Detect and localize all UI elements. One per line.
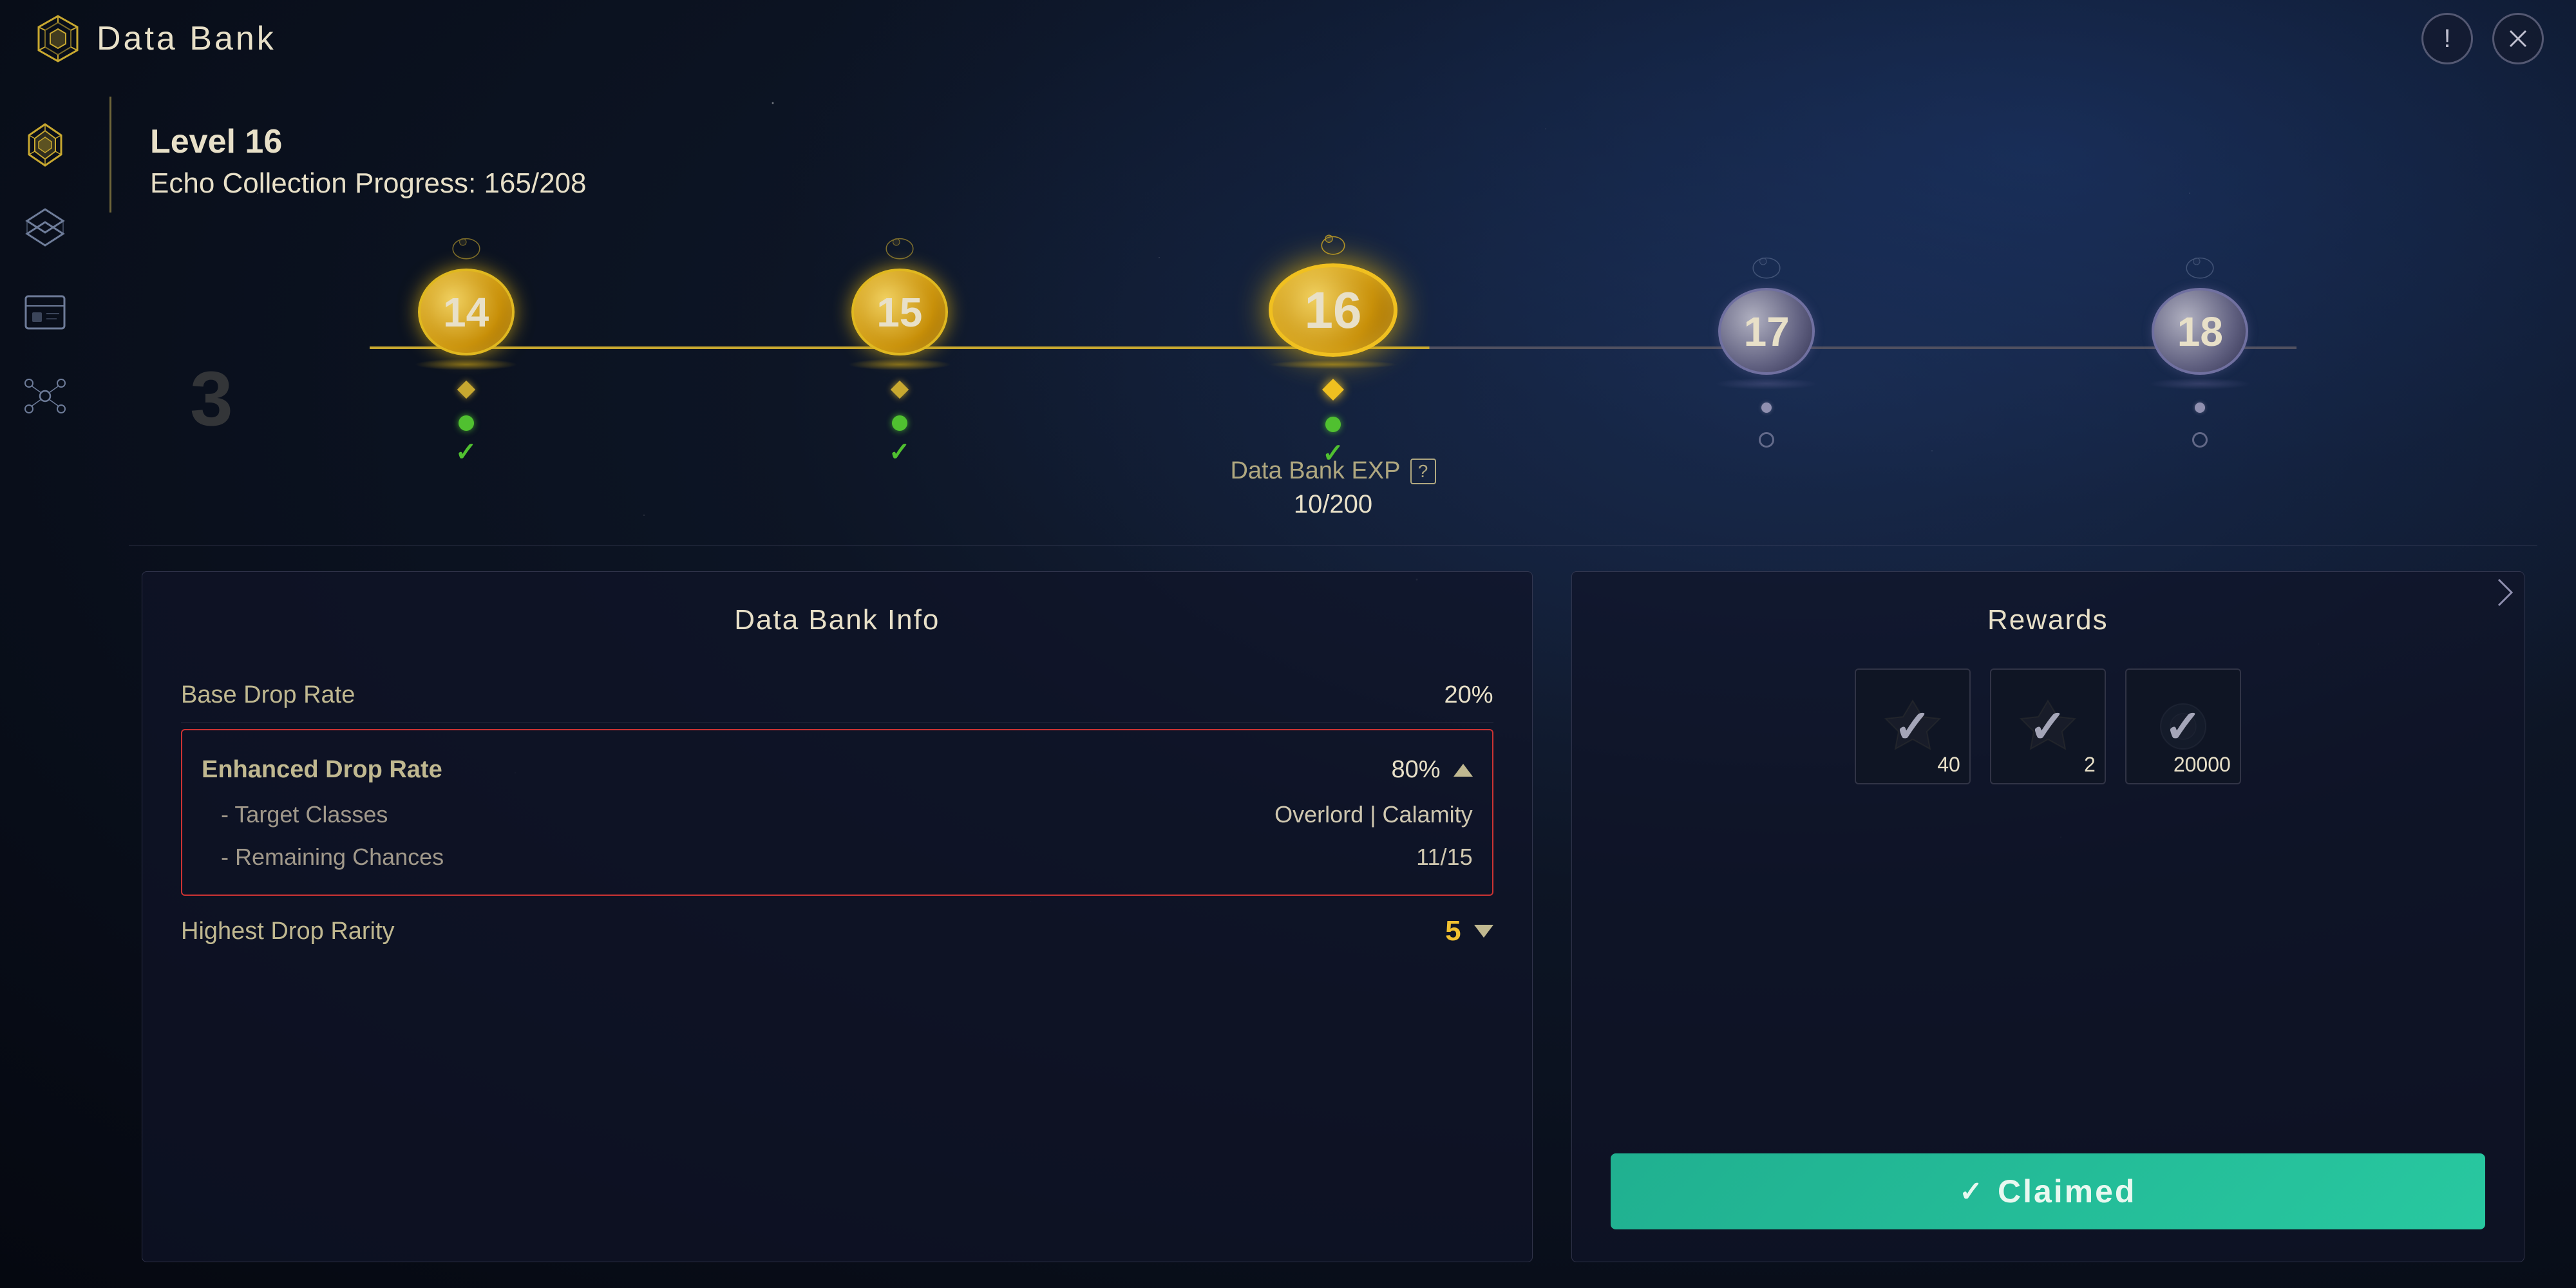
chevron-up-icon[interactable] <box>1454 764 1473 777</box>
milestone-orb-17: 17 <box>1709 248 1824 390</box>
remaining-chances-label: - Remaining Chances <box>221 844 444 871</box>
sidebar-item-crystal[interactable] <box>16 116 74 174</box>
milestone-orb-14: 14 <box>408 229 524 370</box>
bottom-section: Data Bank Info Base Drop Rate 20% Enhanc… <box>90 545 2576 1288</box>
rewards-title: Rewards <box>1611 604 2485 636</box>
exp-question-icon[interactable]: ? <box>1410 459 1436 484</box>
enhanced-drop-rate-section: Enhanced Drop Rate 80% - Target Classes … <box>181 729 1493 896</box>
target-classes-value: Overlord | Calamity <box>1274 801 1472 828</box>
orb-base-18 <box>2148 378 2251 390</box>
orb-base-14 <box>415 359 518 370</box>
claimed-check-icon: ✓ <box>1959 1175 1985 1208</box>
milestone-dot-14 <box>459 415 474 431</box>
track-marker-16 <box>1322 379 1344 401</box>
level-title: Level 16 <box>150 122 2537 161</box>
reward-count-2: 2 <box>2084 753 2096 777</box>
orb-14: 14 <box>418 269 515 355</box>
orb-base-16 <box>1269 360 1397 369</box>
claimed-label: Claimed <box>1998 1173 2137 1210</box>
level-info: Level 16 Echo Collection Progress: 165/2… <box>109 97 2576 213</box>
enhanced-drop-rate-label: Enhanced Drop Rate <box>202 756 442 784</box>
milestone-14: 14 ✓ <box>408 229 524 467</box>
reward-check-2: ✓ <box>2029 700 2067 753</box>
app-icon <box>32 13 84 64</box>
reward-check-1: ✓ <box>1893 700 1931 753</box>
rewards-items: ✓ 40 ✓ 2 <box>1611 668 2485 784</box>
enhanced-drop-rate-value: 80% <box>1392 756 1473 784</box>
base-drop-rate-row: Base Drop Rate 20% <box>181 668 1493 723</box>
milestone-16: 16 ✓ <box>1275 227 1391 468</box>
content-area: Level 16 Echo Collection Progress: 165/2… <box>90 77 2576 1288</box>
milestone-orb-15: 15 <box>842 229 958 370</box>
next-arrow[interactable] <box>2486 528 2524 657</box>
progress-track: 14 ✓ <box>129 251 2537 444</box>
orb-17: 17 <box>1718 288 1815 375</box>
remaining-chances-value: 11/15 <box>1416 844 1472 871</box>
exp-value: 10/200 <box>129 490 2537 519</box>
progress-section: 14 ✓ <box>90 225 2576 545</box>
reward-check-3: ✓ <box>2164 700 2202 753</box>
milestone-18: 18 <box>2142 248 2258 448</box>
milestone-15: 15 ✓ <box>842 229 958 467</box>
sidebar-item-layers[interactable] <box>16 200 74 258</box>
check-16: ✓ <box>1322 439 1344 468</box>
highest-drop-rarity-row: Highest Drop Rarity 5 <box>181 902 1493 960</box>
enhanced-drop-rate-row: Enhanced Drop Rate 80% <box>202 746 1473 793</box>
milestone-dot-17 <box>1759 432 1774 448</box>
sidebar <box>0 77 90 1288</box>
orb-16: 16 <box>1269 263 1397 357</box>
track-marker-15 <box>891 381 909 399</box>
chevron-down-icon[interactable] <box>1474 925 1493 938</box>
milestone-dot-16 <box>1325 417 1341 432</box>
target-classes-row: - Target Classes Overlord | Calamity <box>202 793 1473 836</box>
milestone-dot-18 <box>2192 432 2208 448</box>
rewards-panel: Rewards ✓ 40 <box>1571 571 2524 1262</box>
top-bar: Data Bank ! <box>0 0 2576 77</box>
milestone-orb-16: 16 <box>1275 227 1391 369</box>
rarity-number: 5 <box>1445 915 1461 947</box>
check-15: ✓ <box>889 437 911 467</box>
main-container: Data Bank ! <box>0 0 2576 1288</box>
remaining-chances-row: - Remaining Chances 11/15 <box>202 836 1473 878</box>
reward-count-3: 20000 <box>2174 753 2231 777</box>
base-drop-rate-value: 20% <box>1444 681 1493 709</box>
reward-item-1: ✓ 40 <box>1855 668 1971 784</box>
reward-item-3: ✓ 20000 <box>2125 668 2241 784</box>
claimed-button[interactable]: ✓ Claimed <box>1611 1153 2485 1229</box>
sidebar-item-card[interactable] <box>16 283 74 341</box>
target-classes-label: - Target Classes <box>221 801 388 828</box>
track-marker-17 <box>1761 402 1772 413</box>
base-drop-rate-label: Base Drop Rate <box>181 681 355 709</box>
milestone-dot-15 <box>892 415 907 431</box>
app-title: Data Bank <box>97 19 276 58</box>
check-14: ✓ <box>455 437 477 467</box>
milestones-container: 14 ✓ <box>129 251 2537 444</box>
highest-drop-rarity-value: 5 <box>1445 915 1493 947</box>
info-button[interactable]: ! <box>2421 13 2473 64</box>
reward-item-2: ✓ 2 <box>1990 668 2106 784</box>
top-right-buttons: ! <box>2421 13 2544 64</box>
sidebar-item-network[interactable] <box>16 367 74 425</box>
info-panel: Data Bank Info Base Drop Rate 20% Enhanc… <box>142 571 1533 1262</box>
highest-drop-rarity-label: Highest Drop Rarity <box>181 918 395 945</box>
track-marker-18 <box>2195 402 2205 413</box>
milestone-17: 17 <box>1709 248 1824 448</box>
track-marker-14 <box>457 381 475 399</box>
reward-count-1: 40 <box>1937 753 1960 777</box>
orb-base-17 <box>1715 378 1818 390</box>
orb-base-15 <box>848 359 951 370</box>
orb-15: 15 <box>851 269 948 355</box>
level-progress: Echo Collection Progress: 165/208 <box>150 167 2537 200</box>
close-button[interactable] <box>2492 13 2544 64</box>
milestone-orb-18: 18 <box>2142 248 2258 390</box>
info-panel-title: Data Bank Info <box>181 604 1493 636</box>
orb-18: 18 <box>2152 288 2248 375</box>
